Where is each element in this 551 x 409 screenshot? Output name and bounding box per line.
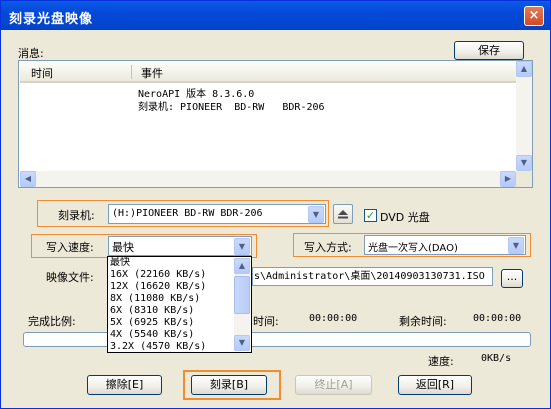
list-header: 时间 事件 [20, 62, 517, 83]
scroll-down-icon[interactable]: ▼ [516, 155, 532, 171]
write-mode-label: 写入方式: [304, 241, 352, 254]
scrollbar-corner [516, 171, 532, 187]
message-list[interactable]: 时间 事件 NeroAPI 版本 8.3.6.0 刻录机: PIONEER BD… [18, 60, 533, 188]
chevron-down-icon[interactable]: ▼ [508, 237, 524, 254]
stop-button[interactable]: 终止[A] [295, 375, 372, 395]
chevron-down-icon[interactable]: ▼ [234, 238, 250, 255]
write-mode-select[interactable]: 光盘一次写入(DAO) ▼ [364, 235, 526, 255]
speed-option[interactable]: 4X (5540 KB/s) [110, 329, 194, 341]
recorder-select[interactable]: (H:)PIONEER BD-RW BDR-206 ▼ [108, 204, 326, 224]
write-speed-dropdown-list[interactable]: 最快 16X (22160 KB/s) 12X (16620 KB/s) 8X … [107, 256, 252, 353]
speed-option[interactable]: 最快 [110, 257, 130, 269]
scroll-up-icon[interactable]: ▲ [234, 258, 250, 274]
check-icon: ✓ [365, 209, 376, 222]
burn-button[interactable]: 刻录[B] [191, 375, 267, 395]
speed-option[interactable]: 12X (16620 KB/s) [110, 281, 206, 293]
speed-option[interactable]: 16X (22160 KB/s) [110, 269, 206, 281]
burn-image-window: 刻录光盘映像 × 消息: 保存 时间 事件 NeroAPI 版本 8.3.6.0… [0, 0, 551, 409]
scroll-right-icon[interactable]: ▶ [500, 171, 516, 187]
window-title: 刻录光盘映像 [9, 12, 94, 27]
chevron-down-icon[interactable]: ▼ [308, 206, 324, 223]
elapsed-time-value: 00:00:00 [309, 313, 358, 324]
eject-button[interactable] [333, 204, 353, 224]
save-button[interactable]: 保存 [454, 41, 524, 60]
column-time[interactable]: 时间 [31, 65, 53, 81]
eject-icon [338, 210, 348, 219]
horizontal-scrollbar[interactable]: ◀ ▶ [20, 171, 516, 187]
speed-option[interactable]: 3.2X (4570 KB/s) [110, 341, 206, 353]
progress-percent-label: 完成比例: [28, 315, 76, 328]
speed-option[interactable]: 8X (11080 KB/s) [110, 293, 200, 305]
elapsed-time-label: 时间: [253, 315, 279, 328]
write-speed-label: 写入速度: [46, 241, 94, 254]
erase-button[interactable]: 擦除[E] [87, 375, 162, 395]
browse-button[interactable]: ... [501, 269, 523, 288]
write-speed-select[interactable]: 最快 ▼ [108, 236, 252, 256]
column-divider[interactable] [131, 65, 132, 79]
scroll-left-icon[interactable]: ◀ [20, 171, 36, 187]
image-file-label: 映像文件: [46, 271, 94, 284]
dvd-checkbox-label[interactable]: DVD 光盘 [380, 209, 430, 225]
speed-option[interactable]: 6X (8310 KB/s) [110, 305, 194, 317]
vertical-scrollbar[interactable]: ▲ ▼ [516, 61, 532, 171]
speed-value: 0KB/s [481, 353, 512, 364]
scroll-thumb[interactable] [234, 276, 250, 314]
image-file-path[interactable]: s\Administrator\桌面\20140903130731.ISO [252, 267, 493, 286]
title-bar[interactable]: 刻录光盘映像 × [1, 1, 550, 30]
remaining-time-label: 剩余时间: [399, 315, 447, 328]
scroll-up-icon[interactable]: ▲ [516, 61, 532, 77]
scroll-down-icon[interactable]: ▼ [234, 335, 250, 351]
write-speed-value: 最快 [112, 241, 134, 254]
list-item[interactable]: 刻录机: PIONEER BD-RW BDR-206 [138, 98, 325, 113]
progress-bar [23, 332, 531, 347]
close-button[interactable]: × [524, 6, 544, 26]
recorder-label: 刻录机: [58, 209, 95, 222]
write-mode-value: 光盘一次写入(DAO) [368, 243, 458, 254]
dvd-checkbox[interactable]: ✓ [364, 209, 377, 222]
close-icon: × [528, 8, 540, 23]
column-event[interactable]: 事件 [141, 65, 163, 81]
recorder-value: (H:)PIONEER BD-RW BDR-206 [112, 208, 263, 219]
speed-option[interactable]: 5X (6925 KB/s) [110, 317, 194, 329]
dropdown-scrollbar[interactable]: ▲ ▼ [234, 258, 250, 351]
remaining-time-value: 00:00:00 [473, 313, 522, 324]
messages-label: 消息: [18, 47, 44, 60]
speed-label: 速度: [428, 355, 454, 368]
back-button[interactable]: 返回[R] [398, 375, 472, 395]
